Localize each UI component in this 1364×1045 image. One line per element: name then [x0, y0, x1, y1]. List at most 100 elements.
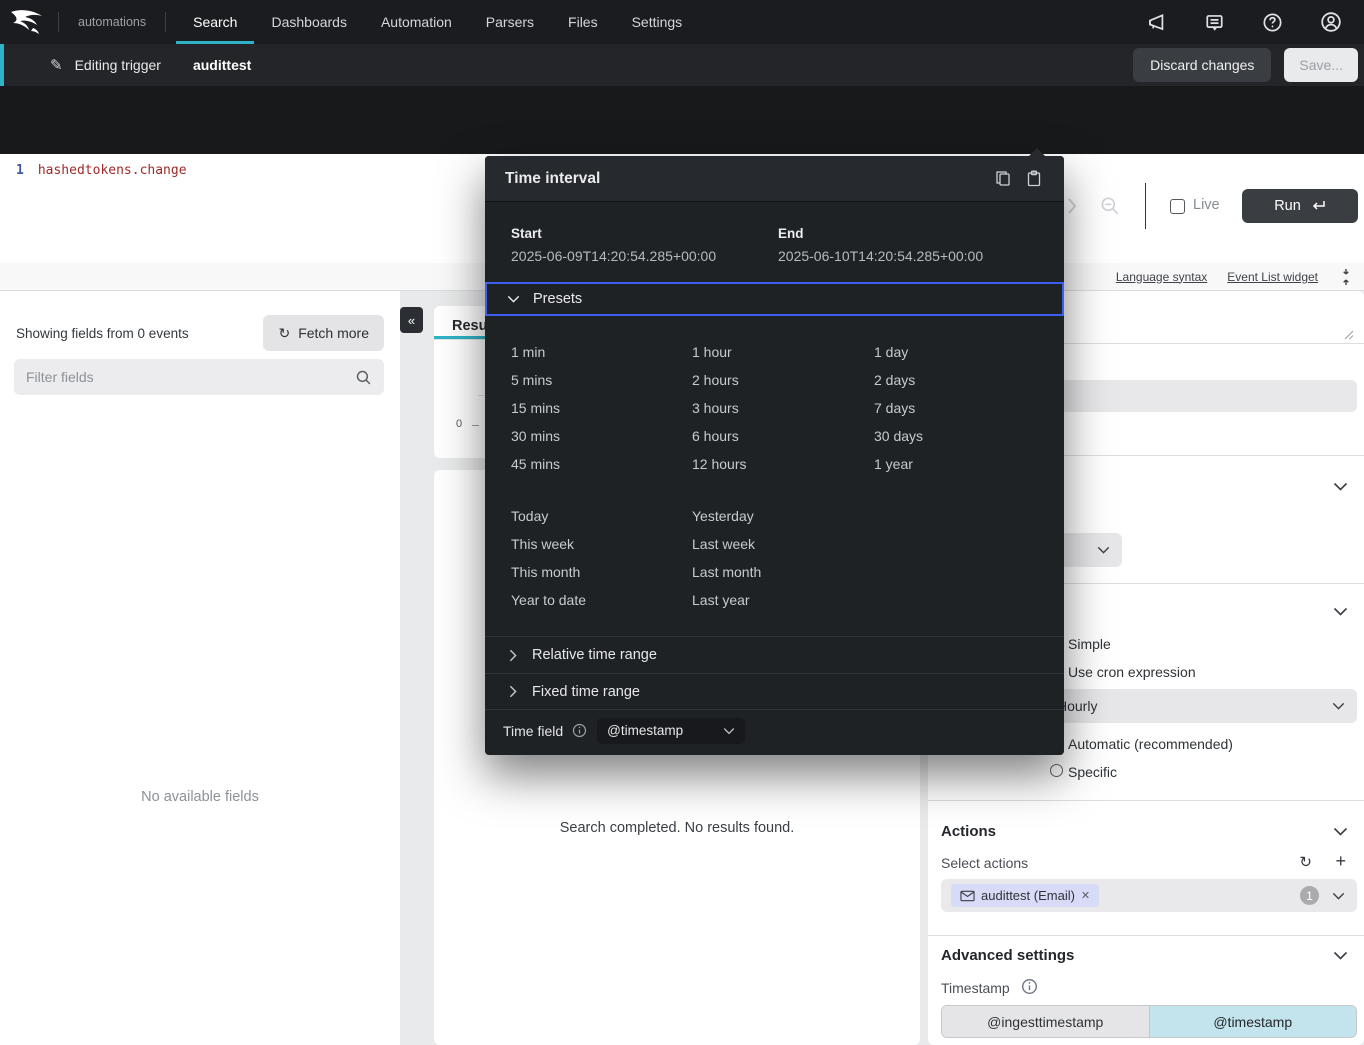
section-collapse-icon[interactable]: [1333, 482, 1348, 491]
paste-time-icon[interactable]: [1026, 170, 1042, 187]
nav-item-automation[interactable]: Automation: [364, 0, 469, 44]
action-chip[interactable]: audittest (Email) ✕: [951, 884, 1099, 907]
fixed-time-range-section[interactable]: Fixed time range: [485, 673, 1064, 710]
schedule-simple-label[interactable]: Simple: [1068, 636, 1111, 652]
save-button[interactable]: Save...: [1284, 48, 1358, 82]
timestamp-label: Timestamp: [941, 980, 1010, 996]
email-icon: [960, 890, 975, 902]
preset-option[interactable]: 30 mins: [511, 422, 692, 450]
preset-option[interactable]: 45 mins: [511, 450, 692, 478]
timing-automatic-label[interactable]: Automatic (recommended): [1068, 736, 1233, 752]
y-axis-zero-label: 0: [456, 418, 462, 430]
fields-summary: Showing fields from 0 events: [16, 326, 263, 341]
preset-option[interactable]: 2 days: [874, 366, 1064, 394]
preset-option[interactable]: Yesterday: [692, 502, 874, 530]
filter-fields-input[interactable]: [26, 369, 355, 385]
nav-item-dashboards[interactable]: Dashboards: [254, 0, 364, 44]
chevron-right-icon: [509, 685, 517, 698]
timestamp-info-icon[interactable]: [1021, 978, 1038, 995]
run-button[interactable]: Run: [1242, 189, 1358, 223]
preset-option[interactable]: 1 hour: [692, 338, 874, 366]
actions-collapse-icon[interactable]: [1333, 827, 1348, 836]
preset-option[interactable]: This month: [511, 558, 692, 586]
time-field-dropdown[interactable]: @timestamp: [597, 718, 745, 744]
textarea-resize-handle[interactable]: [1343, 329, 1354, 340]
help-icon[interactable]: [1262, 12, 1283, 33]
preset-option[interactable]: Last week: [692, 530, 874, 558]
section-divider: [928, 800, 1364, 801]
preset-option[interactable]: This week: [511, 530, 692, 558]
frequency-dropdown[interactable]: Hourly: [1045, 689, 1357, 723]
action-chip-label: audittest (Email): [981, 888, 1075, 903]
search-icon: [355, 369, 372, 386]
preset-option[interactable]: 6 hours: [692, 422, 874, 450]
feedback-icon[interactable]: [1204, 12, 1225, 33]
copy-time-icon[interactable]: [995, 170, 1011, 187]
live-checkbox[interactable]: [1170, 199, 1185, 214]
workspace-name[interactable]: automations: [59, 15, 165, 29]
nav-item-files[interactable]: Files: [551, 0, 615, 44]
preset-option[interactable]: 5 mins: [511, 366, 692, 394]
preset-option[interactable]: Last month: [692, 558, 874, 586]
section-collapse-icon[interactable]: [1333, 607, 1348, 616]
actions-section-title: Actions: [941, 823, 996, 840]
account-icon[interactable]: [1320, 11, 1342, 33]
start-value[interactable]: 2025-06-09T14:20:54.285+00:00: [511, 248, 778, 264]
announcement-icon[interactable]: [1146, 12, 1167, 33]
nav-menu: Search Dashboards Automation Parsers Fil…: [176, 0, 699, 44]
pencil-icon: ✎: [50, 56, 63, 74]
nav-item-settings[interactable]: Settings: [615, 0, 700, 44]
preset-option[interactable]: 12 hours: [692, 450, 874, 478]
chevron-down-icon: [1332, 702, 1345, 710]
preset-option[interactable]: Today: [511, 502, 692, 530]
y-axis-tick: [472, 425, 479, 426]
live-label: Live: [1193, 197, 1220, 213]
preset-option[interactable]: 1 min: [511, 338, 692, 366]
timestamp-option[interactable]: @timestamp: [1150, 1006, 1357, 1037]
preset-option[interactable]: Last year: [692, 586, 874, 614]
relative-time-range-section[interactable]: Relative time range: [485, 636, 1064, 673]
crowdstrike-logo[interactable]: [0, 8, 58, 36]
time-interval-modal: Time interval Start 2025-06-09T14:20:54.…: [485, 156, 1064, 755]
discard-changes-button[interactable]: Discard changes: [1133, 48, 1271, 82]
nav-item-search[interactable]: Search: [176, 0, 254, 44]
chevron-down-icon: [1332, 892, 1345, 900]
shift-range-forward-icon[interactable]: [1066, 196, 1078, 216]
presets-section-header[interactable]: Presets: [485, 282, 1064, 316]
query-text[interactable]: hashedtokens.change: [38, 163, 187, 263]
actions-select[interactable]: audittest (Email) ✕ 1: [941, 879, 1357, 912]
edit-mode-label: Editing trigger: [75, 57, 161, 73]
modal-header: Time interval: [485, 156, 1064, 202]
refresh-actions-icon[interactable]: ↻: [1299, 853, 1312, 871]
add-action-icon[interactable]: +: [1335, 851, 1346, 872]
preset-option[interactable]: 2 hours: [692, 366, 874, 394]
end-value[interactable]: 2025-06-10T14:20:54.285+00:00: [778, 248, 983, 264]
preset-option[interactable]: 15 mins: [511, 394, 692, 422]
schedule-cron-label[interactable]: Use cron expression: [1068, 664, 1196, 680]
preset-option[interactable]: Year to date: [511, 586, 692, 614]
modal-title: Time interval: [485, 170, 995, 188]
timing-specific-radio[interactable]: [1050, 764, 1063, 777]
time-field-label: Time field: [503, 723, 563, 739]
remove-action-icon[interactable]: ✕: [1081, 889, 1090, 902]
zoom-out-range-icon[interactable]: [1100, 196, 1120, 216]
preset-option[interactable]: 30 days: [874, 422, 1064, 450]
collapse-editor-icon[interactable]: [1338, 268, 1354, 286]
timing-specific-label[interactable]: Specific: [1068, 764, 1117, 780]
language-syntax-link[interactable]: Language syntax: [1116, 270, 1207, 284]
time-field-value: @timestamp: [607, 723, 723, 738]
ingesttimestamp-option[interactable]: @ingesttimestamp: [942, 1006, 1150, 1037]
nav-item-parsers[interactable]: Parsers: [469, 0, 551, 44]
preset-option[interactable]: 7 days: [874, 394, 1064, 422]
preset-option[interactable]: 3 hours: [692, 394, 874, 422]
no-fields-message: No available fields: [0, 789, 400, 805]
time-field-info-icon[interactable]: [572, 723, 587, 738]
collapse-fields-panel-button[interactable]: «: [400, 307, 423, 333]
advanced-collapse-icon[interactable]: [1333, 951, 1348, 960]
refresh-icon: ↻: [278, 325, 290, 342]
preset-option[interactable]: 1 day: [874, 338, 1064, 366]
fetch-more-button[interactable]: ↻ Fetch more: [263, 315, 384, 351]
preset-option[interactable]: 1 year: [874, 450, 1064, 478]
event-list-widget-link[interactable]: Event List widget: [1227, 270, 1318, 284]
run-label: Run: [1274, 198, 1301, 214]
